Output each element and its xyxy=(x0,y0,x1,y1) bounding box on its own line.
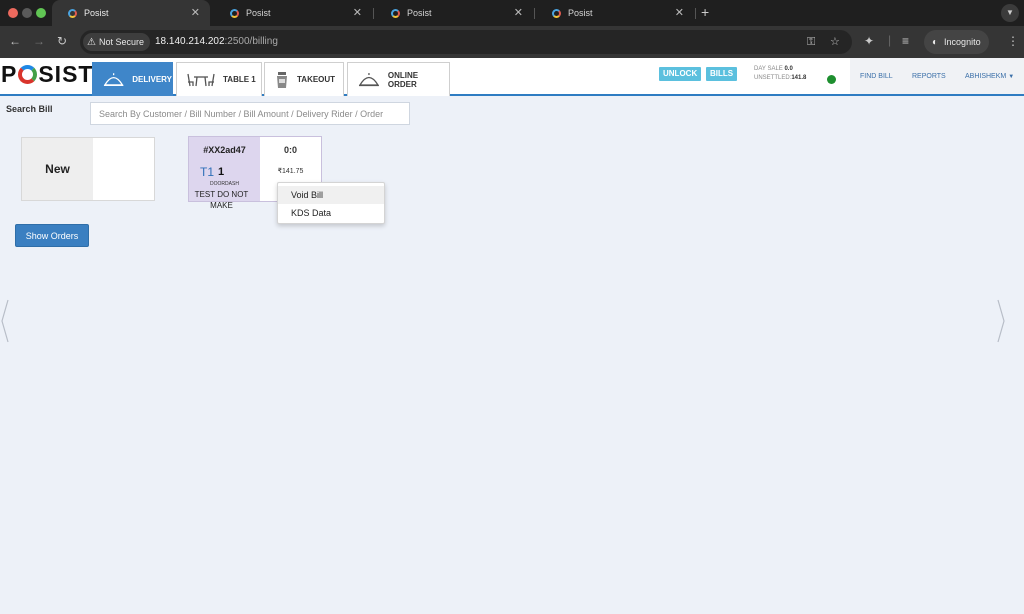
bill-customer-name: TEST DO NOT MAKE xyxy=(194,190,249,210)
url-path: :2500/billing xyxy=(224,36,278,47)
nav-takeout-label: TAKEOUT xyxy=(297,75,336,84)
tab-separator xyxy=(695,8,696,19)
warning-triangle-icon: ⚠ xyxy=(87,36,96,48)
new-tab-button[interactable]: + xyxy=(701,4,709,20)
browser-tab-2[interactable]: Posist ✕ xyxy=(214,0,372,26)
app-header: P SIST DELIVERY TABLE 1 TAKEOUT ONLINE O… xyxy=(0,58,1024,96)
nav-delivery-label: DELIVERY xyxy=(132,75,172,84)
kds-data-menu-item[interactable]: KDS Data xyxy=(278,204,384,222)
incognito-label: Incognito xyxy=(944,37,981,47)
takeout-cup-icon xyxy=(277,71,287,88)
bill-source: DOORDASH xyxy=(210,181,239,187)
back-arrow-icon[interactable]: ← xyxy=(9,34,21,48)
bill-context-menu: Void Bill KDS Data xyxy=(277,182,385,224)
caret-down-icon: ▼ xyxy=(1008,74,1015,80)
bill-guest-count: 1 xyxy=(218,166,225,178)
reload-icon[interactable]: ↻ xyxy=(57,34,67,48)
incognito-chip[interactable]: ◐ Incognito xyxy=(924,30,989,54)
password-key-icon[interactable]: ⚿ xyxy=(807,36,815,48)
tab-close-icon[interactable]: ✕ xyxy=(675,7,684,19)
forward-arrow-icon[interactable]: → xyxy=(33,34,45,48)
bookmark-star-icon[interactable]: ☆ xyxy=(830,36,840,48)
prev-page-chevron-icon[interactable] xyxy=(0,298,10,344)
table-icon xyxy=(187,73,215,86)
url-text: 18.140.214.202:2500/billing xyxy=(155,36,278,47)
bill-elapsed-time: 0:0 xyxy=(283,145,297,155)
window-zoom-button[interactable] xyxy=(36,8,46,18)
nav-delivery-button[interactable]: DELIVERY xyxy=(92,62,173,96)
bills-button[interactable]: BILLS xyxy=(706,67,738,81)
void-bill-menu-item[interactable]: Void Bill xyxy=(278,186,384,204)
unlock-button[interactable]: UNLOCK xyxy=(659,67,702,81)
next-page-chevron-icon[interactable] xyxy=(996,298,1006,344)
posist-favicon-icon xyxy=(552,8,561,18)
search-bill-label: Search Bill xyxy=(6,104,53,114)
nav-takeout-button[interactable]: TAKEOUT xyxy=(264,62,344,96)
user-name: ABHISHEKM xyxy=(965,73,1007,80)
incognito-icon: ◐ xyxy=(932,36,939,48)
delivery-icon xyxy=(103,72,124,86)
tab-separator xyxy=(534,8,535,19)
posist-favicon-icon xyxy=(230,8,239,18)
header-right-menu: FIND BILL REPORTS ABHISHEKM ▼ xyxy=(850,58,1024,94)
reading-list-icon[interactable]: ≡ xyxy=(902,34,909,48)
window-close-button[interactable] xyxy=(8,8,18,18)
tab-title: Posist xyxy=(568,8,593,18)
bill-amount: ₹141.75 xyxy=(277,168,304,175)
nav-online-order-label: ONLINE ORDER xyxy=(387,70,419,89)
bill-number: #XX2ad47 xyxy=(203,145,246,155)
nav-table-button[interactable]: TABLE 1 xyxy=(176,62,262,96)
find-bill-link[interactable]: FIND BILL xyxy=(860,73,893,80)
posist-logo: P SIST xyxy=(1,61,94,87)
browser-tab-strip: Posist ✕ Posist ✕ Posist ✕ Posist ✕ + ▼ xyxy=(0,0,1024,26)
reports-link[interactable]: REPORTS xyxy=(912,73,946,80)
nav-online-order-button[interactable]: ONLINE ORDER xyxy=(347,62,450,96)
day-sale-value: 0.0 xyxy=(784,66,793,72)
browser-tab-4[interactable]: Posist ✕ xyxy=(536,0,694,26)
url-host: 18.140.214.202 xyxy=(155,36,225,47)
posist-favicon-icon xyxy=(68,8,77,18)
security-chip[interactable]: ⚠ Not Secure xyxy=(83,33,150,51)
unsettled-stat: UNSETTLED:141.8 xyxy=(754,75,807,81)
nav-table-label: TABLE 1 xyxy=(223,75,256,84)
new-bill-label: New xyxy=(22,138,93,200)
security-label: Not Secure xyxy=(98,37,144,47)
tab-separator xyxy=(373,8,374,19)
posist-favicon-icon xyxy=(391,8,400,18)
user-menu[interactable]: ABHISHEKM ▼ xyxy=(965,73,1014,80)
tab-close-icon[interactable]: ✕ xyxy=(353,7,362,19)
browser-tab-1[interactable]: Posist ✕ xyxy=(52,0,210,26)
tab-title: Posist xyxy=(84,8,109,18)
browser-menu-kebab-icon[interactable]: ⋮ xyxy=(1007,34,1019,48)
day-sale-stat: DAY SALE 0.0 xyxy=(754,66,793,72)
toolbar-divider: | xyxy=(888,33,892,47)
search-bill-input[interactable] xyxy=(90,102,410,125)
window-minimize-button[interactable] xyxy=(22,8,32,18)
show-orders-button[interactable]: Show Orders xyxy=(15,224,89,247)
online-status-dot xyxy=(827,75,836,84)
unsettled-value: 141.8 xyxy=(791,75,807,81)
extensions-puzzle-icon[interactable]: ✦ xyxy=(864,34,874,48)
tab-search-chevron-icon[interactable]: ▼ xyxy=(1001,4,1019,22)
new-bill-card[interactable]: New xyxy=(21,137,155,201)
address-bar[interactable]: ⚠ Not Secure 18.140.214.202:2500/billing… xyxy=(80,30,852,54)
tab-title: Posist xyxy=(246,8,271,18)
tab-close-icon[interactable]: ✕ xyxy=(191,7,200,19)
bill-table: T1 xyxy=(200,165,215,179)
logo-ring-icon xyxy=(18,65,38,84)
tab-close-icon[interactable]: ✕ xyxy=(514,7,523,19)
browser-tab-3[interactable]: Posist ✕ xyxy=(375,0,533,26)
tab-title: Posist xyxy=(407,8,432,18)
online-order-cloche-icon xyxy=(358,72,380,86)
browser-toolbar: ← → ↻ ⚠ Not Secure 18.140.214.202:2500/b… xyxy=(0,26,1024,58)
